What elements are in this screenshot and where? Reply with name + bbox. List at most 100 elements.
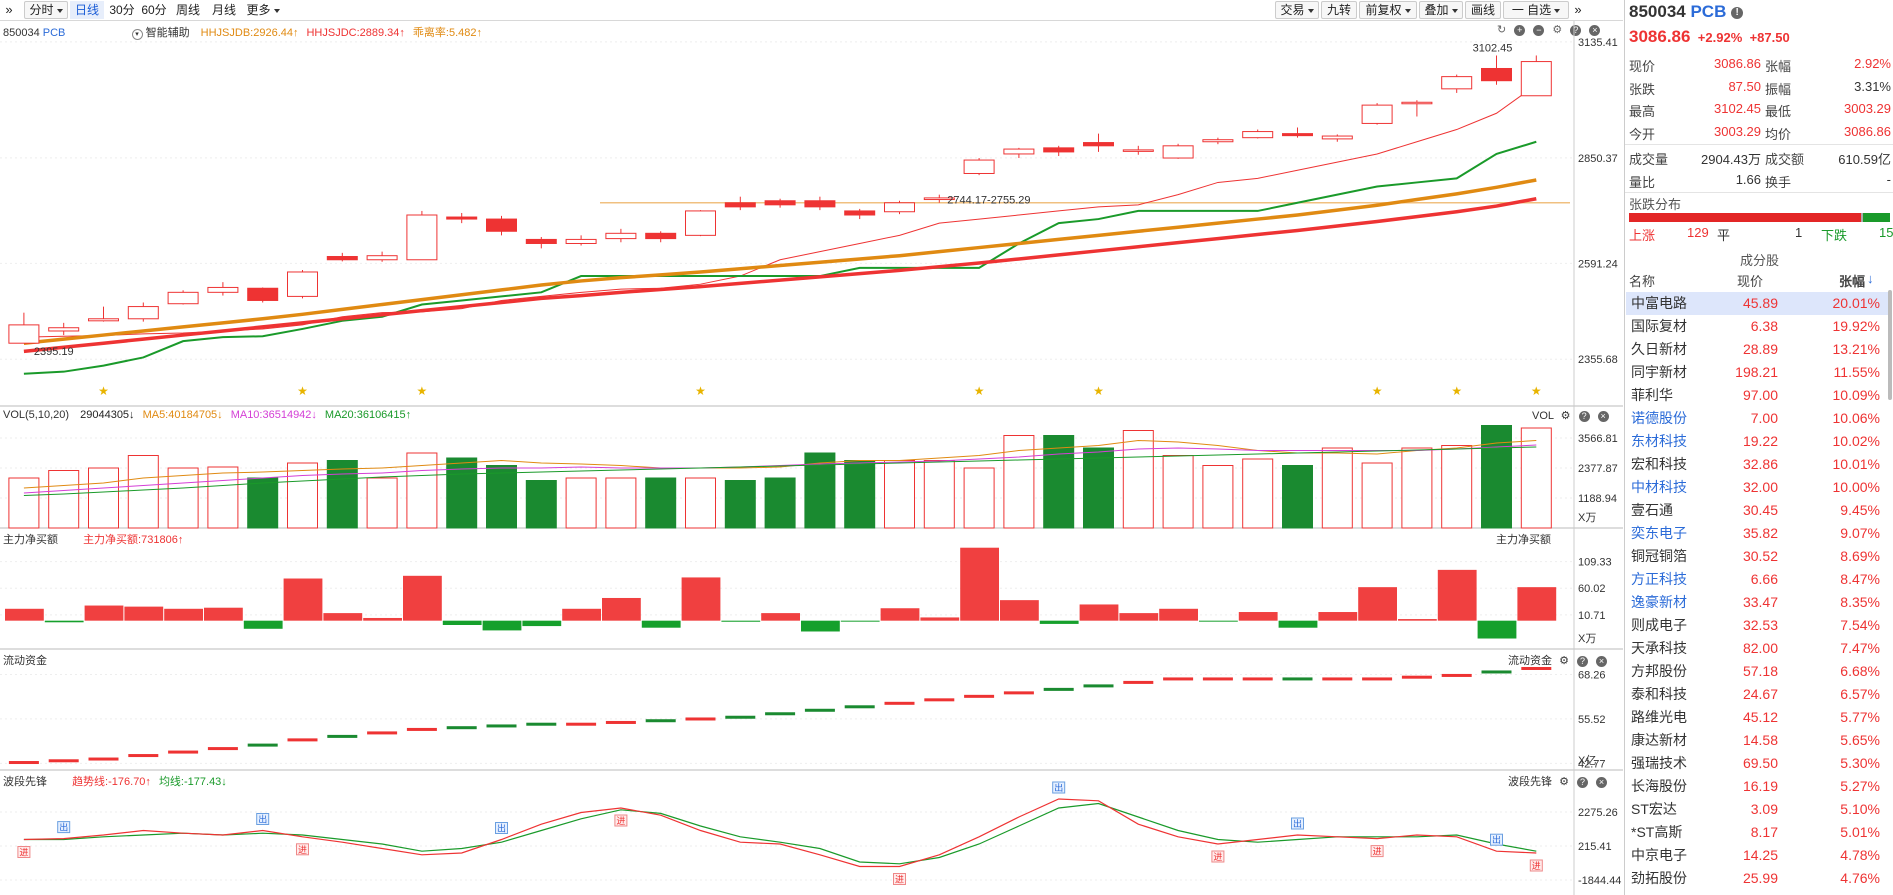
netflow-bar — [403, 575, 442, 621]
list-item[interactable]: 路维光电 45.12 5.77% — [1626, 706, 1888, 729]
stock-name: 久日新材 — [1631, 341, 1687, 357]
list-item[interactable]: 国际复材 6.38 19.92% — [1626, 315, 1888, 338]
tab-60min[interactable]: 60分 — [140, 1, 168, 19]
stock-change: 7.54% — [1840, 617, 1880, 633]
liquid-help-icon[interactable]: ? — [1577, 656, 1588, 667]
stock-change: 5.65% — [1840, 732, 1880, 748]
liquid-settings-icon[interactable]: ⚙ — [1559, 655, 1569, 667]
candle — [645, 232, 677, 240]
wave-panel-title: 波段先锋 趋势线:-176.70↑ 均线:-177.43↓ — [3, 773, 227, 789]
flat-label: 平 — [1717, 228, 1731, 243]
vol-close-icon[interactable]: × — [1597, 411, 1609, 422]
netflow-bar — [721, 620, 761, 622]
close-icon[interactable]: × — [1589, 25, 1601, 36]
list-item[interactable]: 康达新材 14.58 5.65% — [1626, 729, 1888, 752]
list-item[interactable]: 天承科技 82.00 7.47% — [1626, 637, 1888, 660]
wave-settings-icon[interactable]: ⚙ — [1559, 776, 1569, 788]
candle — [605, 232, 637, 240]
index-name[interactable]: PCB — [43, 27, 66, 39]
wave-close-icon[interactable]: × — [1596, 777, 1608, 788]
sell-mark-box — [57, 821, 71, 834]
tab-monthly[interactable]: 月线 — [208, 1, 240, 19]
nine-turn-button[interactable]: 九转 — [1321, 1, 1357, 19]
sell-mark-label: 出 — [59, 822, 68, 833]
list-item[interactable]: 泰和科技 24.67 6.57% — [1626, 683, 1888, 706]
col-change[interactable]: 张幅 — [1839, 271, 1865, 290]
list-item[interactable]: 长海股份 16.19 5.27% — [1626, 775, 1888, 798]
list-item[interactable]: 铜冠铜箔 30.52 8.69% — [1626, 545, 1888, 568]
sort-desc-icon[interactable]: ↓ — [1867, 271, 1874, 286]
kline-chart[interactable]: ★ ★ ★ ★ ★ ★ ★ ★ ★ 3102.45 2395.19 2744.17-2755.29 出… — [0, 0, 1623, 895]
liquid-step — [844, 705, 875, 709]
settings-icon[interactable]: ⚙ — [1552, 24, 1562, 36]
list-item[interactable]: *ST高斯 8.17 5.01% — [1626, 821, 1888, 844]
volume-bar — [247, 477, 279, 529]
vol-tick: 3566.81 — [1578, 433, 1618, 445]
liquid-step — [884, 701, 915, 705]
stock-change: 10.01% — [1832, 456, 1880, 472]
list-item[interactable]: 奕东电子 35.82 9.07% — [1626, 522, 1888, 545]
list-item[interactable]: 方正科技 6.66 8.47% — [1626, 568, 1888, 591]
add-icon[interactable]: + — [1514, 25, 1526, 36]
list-item[interactable]: 逸豪新材 33.47 8.35% — [1626, 591, 1888, 614]
tab-intraday[interactable]: 分时 — [24, 1, 68, 19]
help-icon[interactable]: ? — [1570, 25, 1582, 36]
expand-icon[interactable]: » — [1571, 1, 1585, 19]
netflow-bar — [204, 607, 243, 621]
list-item[interactable]: 壹石通 30.45 9.45% — [1626, 499, 1888, 522]
minus-icon[interactable]: − — [1533, 25, 1545, 36]
volume-bar — [525, 480, 557, 529]
list-scrollbar[interactable] — [1888, 290, 1892, 400]
tab-weekly[interactable]: 周线 — [172, 1, 204, 19]
list-item[interactable]: 中京电子 14.25 4.78% — [1626, 844, 1888, 867]
refresh-icon[interactable]: ↻ — [1497, 24, 1506, 36]
netflow-bar — [960, 547, 999, 621]
overlay-button[interactable]: 叠加 — [1419, 1, 1463, 19]
netflow-bar — [1079, 604, 1119, 621]
candle — [1441, 76, 1473, 90]
watchlist-button[interactable]: 一 自选 — [1503, 1, 1569, 19]
volume-bar — [844, 460, 876, 529]
list-item[interactable]: ST宏达 3.09 5.10% — [1626, 798, 1888, 821]
list-item[interactable]: 强瑞技术 69.50 5.30% — [1626, 752, 1888, 775]
quote-name: PCB — [1690, 2, 1727, 21]
tab-30min[interactable]: 30分 — [108, 1, 136, 19]
wave-label: 波段先锋 — [3, 776, 47, 788]
assist-dropdown-icon[interactable]: ▾ — [131, 29, 143, 40]
stock-change: 19.92% — [1832, 318, 1880, 334]
collapse-icon[interactable]: » — [2, 1, 16, 19]
candle — [1401, 101, 1433, 105]
liquid-step — [48, 759, 79, 763]
flow-indicator-values: 主力净买额:731806↑ — [75, 534, 183, 546]
liquid-step — [1163, 677, 1194, 681]
list-item[interactable]: 则成电子 32.53 7.54% — [1626, 614, 1888, 637]
list-item[interactable]: 宏和科技 32.86 10.01% — [1626, 453, 1888, 476]
tab-more[interactable]: 更多 — [244, 1, 282, 19]
list-item[interactable]: 劲拓股份 25.99 4.76% — [1626, 867, 1888, 890]
list-item[interactable]: 久日新材 28.89 13.21% — [1626, 338, 1888, 361]
stock-price: 57.18 — [1742, 663, 1778, 679]
tab-daily[interactable]: 日线 — [70, 1, 104, 19]
list-item[interactable]: 同宇新材 198.21 11.55% — [1626, 361, 1888, 384]
forward-adjust-button[interactable]: 前复权 — [1359, 1, 1417, 19]
col-price[interactable]: 现价 — [1737, 271, 1763, 290]
list-item[interactable]: 菲利华 97.00 10.09% — [1626, 384, 1888, 407]
list-item[interactable]: 东材科技 19.22 10.02% — [1626, 430, 1888, 453]
list-item[interactable]: 诺德股份 7.00 10.06% — [1626, 407, 1888, 430]
vol-tick: 2377.87 — [1578, 463, 1618, 475]
col-name[interactable]: 名称 — [1629, 274, 1655, 289]
wave-help-icon[interactable]: ? — [1577, 777, 1588, 788]
list-item[interactable]: 方邦股份 57.18 6.68% — [1626, 660, 1888, 683]
liquid-close-icon[interactable]: × — [1596, 656, 1608, 667]
vol-help-icon[interactable]: ? — [1578, 411, 1590, 422]
trade-button[interactable]: 交易 — [1275, 1, 1319, 19]
list-item[interactable]: 中富电路 45.89 20.01% — [1626, 292, 1888, 315]
liquid-step — [645, 719, 676, 723]
draw-line-button[interactable]: 画线 — [1465, 1, 1501, 19]
liquid-tick: 68.26 — [1578, 670, 1606, 682]
stock-price: 25.99 — [1742, 870, 1778, 886]
list-item[interactable]: 中材科技 32.00 10.00% — [1626, 476, 1888, 499]
assist-label[interactable]: 智能辅助 — [146, 27, 190, 39]
vol-settings-icon[interactable]: ⚙ — [1561, 410, 1571, 422]
info-icon[interactable]: ! — [1731, 6, 1744, 19]
